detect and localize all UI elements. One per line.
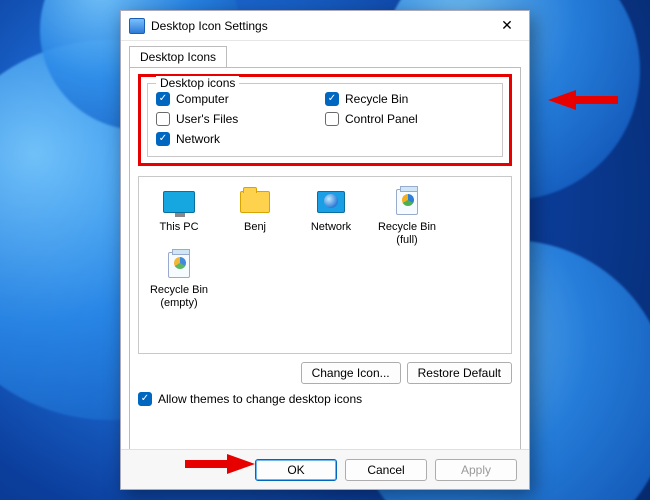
checkbox-control-panel[interactable]: Control Panel xyxy=(325,112,494,126)
preview-icon-recycle-bin-full[interactable]: Recycle Bin (full) xyxy=(373,187,441,246)
desktop-icon-settings-dialog: Desktop Icon Settings ✕ Desktop Icons De… xyxy=(120,10,530,490)
checkbox-label: Control Panel xyxy=(345,112,418,126)
checkbox-label: Allow themes to change desktop icons xyxy=(158,392,362,406)
checkbox-computer[interactable]: Computer xyxy=(156,92,325,106)
icon-label: Network xyxy=(311,221,351,234)
close-button[interactable]: ✕ xyxy=(493,16,521,36)
icon-label: Benj xyxy=(244,221,266,234)
checkbox-users-files[interactable]: User's Files xyxy=(156,112,325,126)
checkbox-label: Recycle Bin xyxy=(345,92,408,106)
app-icon xyxy=(129,18,145,34)
checkbox-network[interactable]: Network xyxy=(156,132,325,146)
dialog-footer: OK Cancel Apply xyxy=(121,449,529,489)
icon-label: Recycle Bin (full) xyxy=(373,221,441,246)
tab-desktop-icons[interactable]: Desktop Icons xyxy=(129,46,227,68)
network-icon xyxy=(313,187,349,217)
icon-preview-area: This PC Benj Network Recycle Bin (full) … xyxy=(138,176,512,354)
titlebar: Desktop Icon Settings ✕ xyxy=(121,11,529,41)
tab-panel: Desktop icons Computer User's Files xyxy=(129,67,521,467)
monitor-icon xyxy=(161,187,197,217)
checkbox-label: Network xyxy=(176,132,220,146)
recycle-bin-full-icon xyxy=(389,187,425,217)
window-title: Desktop Icon Settings xyxy=(151,19,493,33)
folder-icon xyxy=(237,187,273,217)
checkbox-label: User's Files xyxy=(176,112,238,126)
desktop-icons-group-highlight: Desktop icons Computer User's Files xyxy=(138,74,512,166)
preview-icon-recycle-bin-empty[interactable]: Recycle Bin (empty) xyxy=(145,250,213,309)
check-icon xyxy=(156,132,170,146)
checkbox-label: Computer xyxy=(176,92,229,106)
checkbox-allow-themes[interactable]: Allow themes to change desktop icons xyxy=(138,392,512,406)
icon-label: Recycle Bin (empty) xyxy=(145,284,213,309)
change-icon-button[interactable]: Change Icon... xyxy=(301,362,401,384)
icon-label: This PC xyxy=(159,221,198,234)
check-icon xyxy=(325,112,339,126)
cancel-button[interactable]: Cancel xyxy=(345,459,427,481)
tabstrip: Desktop Icons xyxy=(121,41,529,67)
check-icon xyxy=(156,112,170,126)
desktop-icons-group: Desktop icons Computer User's Files xyxy=(147,83,503,157)
preview-icon-network[interactable]: Network xyxy=(297,187,365,246)
checkbox-recycle-bin[interactable]: Recycle Bin xyxy=(325,92,494,106)
check-icon xyxy=(138,392,152,406)
recycle-bin-empty-icon xyxy=(161,250,197,280)
apply-button[interactable]: Apply xyxy=(435,459,517,481)
preview-icon-user-folder[interactable]: Benj xyxy=(221,187,289,246)
ok-button[interactable]: OK xyxy=(255,459,337,481)
restore-default-button[interactable]: Restore Default xyxy=(407,362,512,384)
group-title: Desktop icons xyxy=(156,76,239,90)
check-icon xyxy=(325,92,339,106)
check-icon xyxy=(156,92,170,106)
preview-icon-this-pc[interactable]: This PC xyxy=(145,187,213,246)
